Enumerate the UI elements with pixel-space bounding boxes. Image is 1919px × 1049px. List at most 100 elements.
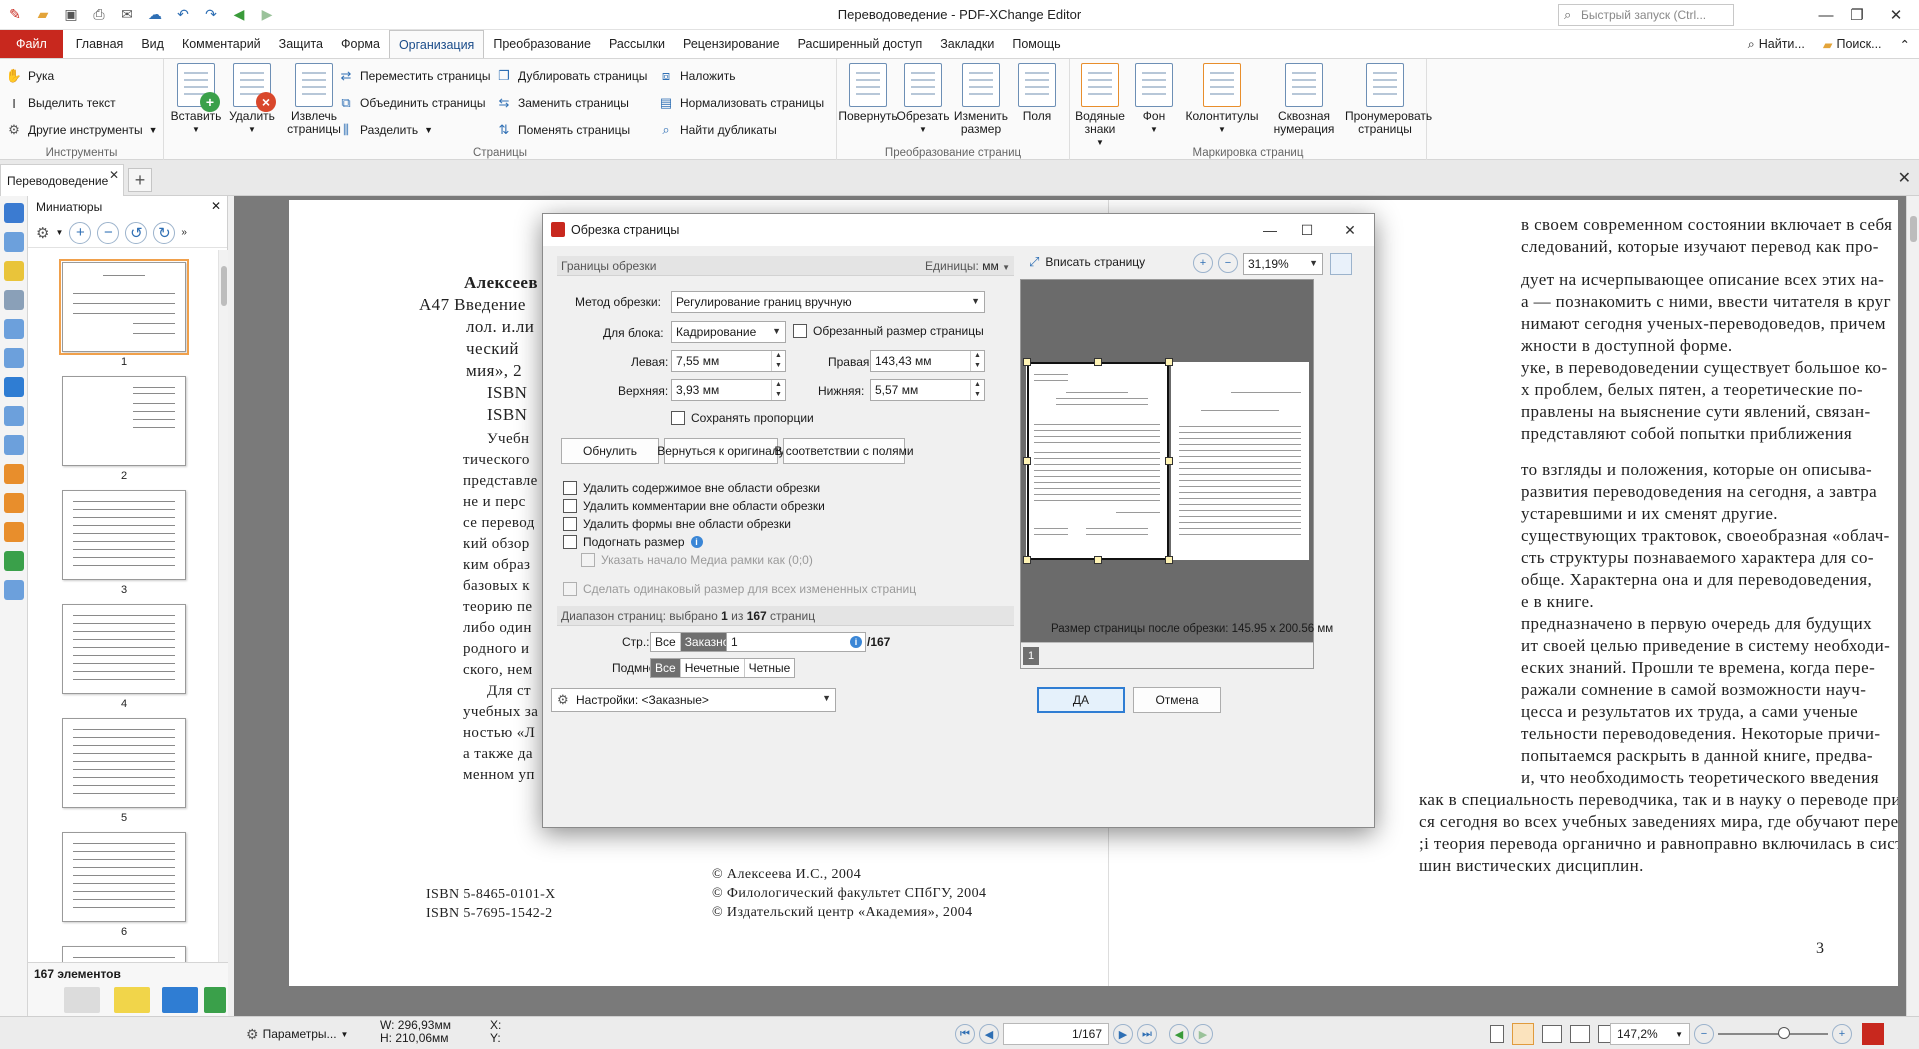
menu-protect[interactable]: Защита bbox=[270, 30, 332, 58]
close-window-button[interactable]: ✕ bbox=[1873, 0, 1919, 30]
crop-handle[interactable] bbox=[1023, 556, 1031, 564]
dialog-close-button[interactable]: ✕ bbox=[1335, 218, 1365, 242]
reset-button[interactable]: Обнулить bbox=[561, 438, 659, 464]
crop-handle[interactable] bbox=[1165, 556, 1173, 564]
facing-icon[interactable] bbox=[1542, 1025, 1562, 1043]
resize-button[interactable]: Изменить размер bbox=[951, 63, 1011, 136]
chevron-down-icon[interactable]: ▼ bbox=[55, 228, 63, 237]
preview-zoom-in-icon[interactable]: + bbox=[1193, 253, 1213, 273]
bookmarks-pane-icon[interactable] bbox=[4, 203, 24, 223]
fit-page-button[interactable]: ⤢ Вписать страницу bbox=[1029, 254, 1145, 270]
gear-icon[interactable]: ⚙ bbox=[36, 224, 49, 242]
options-button[interactable]: ⚙ Параметры... ▼ bbox=[246, 1023, 348, 1045]
right-margin-field[interactable]: 143,43 мм ▲ ▼ bbox=[870, 350, 985, 372]
other-tools-button[interactable]: ⚙ Другие инструменты ▼ bbox=[6, 119, 157, 141]
crop-method-select[interactable]: Регулирование границ вручную ▼ bbox=[671, 291, 985, 313]
split-button[interactable]: ⫼ Разделить ▼ bbox=[338, 119, 433, 141]
back-view-icon[interactable]: ◀ bbox=[1169, 1024, 1189, 1044]
duplicate-pages-button[interactable]: ❐ Дублировать страницы bbox=[496, 65, 647, 87]
spinner-icon[interactable]: ▲ ▼ bbox=[771, 380, 785, 400]
single-page-icon[interactable] bbox=[1490, 1025, 1504, 1043]
tags-pane-icon[interactable] bbox=[4, 493, 24, 513]
crop-frame[interactable] bbox=[1027, 362, 1169, 560]
media-origin-checkbox[interactable]: Указать начало Медиа рамки как (0;0) bbox=[581, 553, 813, 567]
crop-handle[interactable] bbox=[1165, 358, 1173, 366]
crop-button[interactable]: Обрезать ▼ bbox=[895, 63, 951, 136]
crop-handle[interactable] bbox=[1165, 457, 1173, 465]
save-icon[interactable]: ▣ bbox=[60, 3, 82, 25]
move-pages-button[interactable]: ⇄ Переместить страницы bbox=[338, 65, 491, 87]
back-icon[interactable]: ◀ bbox=[228, 3, 250, 25]
same-size-checkbox[interactable]: Сделать одинаковый размер для всех измен… bbox=[563, 582, 916, 596]
background-button[interactable]: Фон ▼ bbox=[1128, 63, 1180, 136]
remove-content-checkbox[interactable]: Удалить содержимое вне области обрезки bbox=[563, 481, 820, 495]
prev-page-icon[interactable]: ◀ bbox=[979, 1024, 999, 1044]
dialog-minimize-button[interactable]: — bbox=[1255, 218, 1285, 242]
number-pages-button[interactable]: Пронумеровать страницы bbox=[1344, 63, 1432, 136]
remove-comments-checkbox[interactable]: Удалить комментарии вне области обрезки bbox=[563, 499, 825, 513]
remove-forms-checkbox[interactable]: Удалить формы вне области обрезки bbox=[563, 517, 791, 531]
last-page-icon[interactable]: ⏭ bbox=[1137, 1024, 1157, 1044]
structure-pane-icon[interactable] bbox=[4, 522, 24, 542]
forward-view-icon[interactable]: ▶ bbox=[1193, 1024, 1213, 1044]
headers-footers-button[interactable]: Колонтитулы ▼ bbox=[1180, 63, 1264, 136]
thumbnail-page[interactable] bbox=[62, 604, 186, 694]
thumbnail-scrollbar[interactable] bbox=[218, 250, 228, 990]
zoom-in-icon[interactable]: + bbox=[1832, 1024, 1852, 1044]
top-margin-field[interactable]: 3,93 мм ▲ ▼ bbox=[671, 379, 786, 401]
thumbnail-page[interactable] bbox=[62, 832, 186, 922]
email-icon[interactable]: ✉ bbox=[116, 3, 138, 25]
page-number-field[interactable]: 1/167 bbox=[1003, 1023, 1109, 1045]
crop-handle[interactable] bbox=[1023, 358, 1031, 366]
swap-pages-button[interactable]: ⇅ Поменять страницы bbox=[496, 119, 631, 141]
preview-zoom-select[interactable]: 31,19% ▼ bbox=[1243, 253, 1323, 275]
hand-tool-button[interactable]: ✋ Рука bbox=[6, 65, 54, 87]
close-document-icon[interactable]: ✕ bbox=[1898, 168, 1911, 188]
spinner-icon[interactable]: ▲ ▼ bbox=[970, 351, 984, 371]
bates-numbering-button[interactable]: Сквозная нумерация bbox=[1266, 63, 1342, 136]
attachments-pane-icon[interactable] bbox=[4, 290, 24, 310]
menu-view[interactable]: Вид bbox=[132, 30, 173, 58]
more-icon[interactable]: » bbox=[181, 227, 187, 238]
crop-preview[interactable]: 1 bbox=[1020, 279, 1314, 669]
close-tab-icon[interactable]: ✕ bbox=[109, 168, 119, 182]
menu-convert[interactable]: Преобразование bbox=[484, 30, 600, 58]
rotate-button[interactable]: Повернуть bbox=[838, 63, 898, 123]
crop-handle[interactable] bbox=[1094, 556, 1102, 564]
pages-view-icon[interactable] bbox=[64, 987, 100, 1013]
subset-odd-option[interactable]: Нечетные bbox=[681, 659, 745, 677]
open-icon[interactable]: ▰ bbox=[32, 3, 54, 25]
find-button[interactable]: ⌕ Найти... bbox=[1739, 30, 1814, 58]
overlay-button[interactable]: ⧈ Наложить bbox=[658, 65, 736, 87]
thumbnail-page[interactable] bbox=[59, 259, 189, 355]
crop-handle[interactable] bbox=[1094, 358, 1102, 366]
cloud-icon[interactable]: ☁ bbox=[144, 3, 166, 25]
links-pane-icon[interactable] bbox=[4, 464, 24, 484]
fit-size-checkbox[interactable]: Подогнать размер i bbox=[563, 535, 703, 549]
merge-pages-button[interactable]: ⧉ Объединить страницы bbox=[338, 92, 485, 114]
menu-help[interactable]: Помощь bbox=[1003, 30, 1069, 58]
close-panel-icon[interactable]: ✕ bbox=[211, 199, 221, 213]
search-pane-icon[interactable] bbox=[4, 435, 24, 455]
document-scrollbar[interactable] bbox=[1906, 196, 1919, 1016]
zoom-slider-thumb[interactable] bbox=[1778, 1027, 1790, 1039]
next-page-icon[interactable]: ▶ bbox=[1113, 1024, 1133, 1044]
menu-share[interactable]: Расширенный доступ bbox=[789, 30, 932, 58]
comments-view-icon[interactable] bbox=[114, 987, 150, 1013]
forward-icon[interactable]: ▶ bbox=[256, 3, 278, 25]
properties-pane-icon[interactable] bbox=[4, 580, 24, 600]
preview-settings-icon[interactable] bbox=[1330, 253, 1352, 275]
spinner-icon[interactable]: ▲ ▼ bbox=[970, 380, 984, 400]
units-selector[interactable]: Единицы: мм ▼ bbox=[925, 259, 1010, 273]
rotate-left-icon[interactable]: ↺ bbox=[125, 221, 148, 244]
fields-pane-icon[interactable] bbox=[4, 406, 24, 426]
left-margin-field[interactable]: 7,55 мм ▲ ▼ bbox=[671, 350, 786, 372]
continuous-icon[interactable] bbox=[1512, 1023, 1534, 1045]
spinner-icon[interactable]: ▲ ▼ bbox=[771, 351, 785, 371]
facing-continuous-icon[interactable] bbox=[1570, 1025, 1590, 1043]
watermarks-button[interactable]: Водяные знаки ▼ bbox=[1070, 63, 1130, 149]
cancel-button[interactable]: Отмена bbox=[1133, 687, 1221, 713]
subset-toggle[interactable]: Все Нечетные Четные bbox=[650, 658, 796, 678]
menu-file[interactable]: Файл bbox=[0, 30, 63, 58]
print-icon[interactable]: ⎙ bbox=[88, 3, 110, 25]
